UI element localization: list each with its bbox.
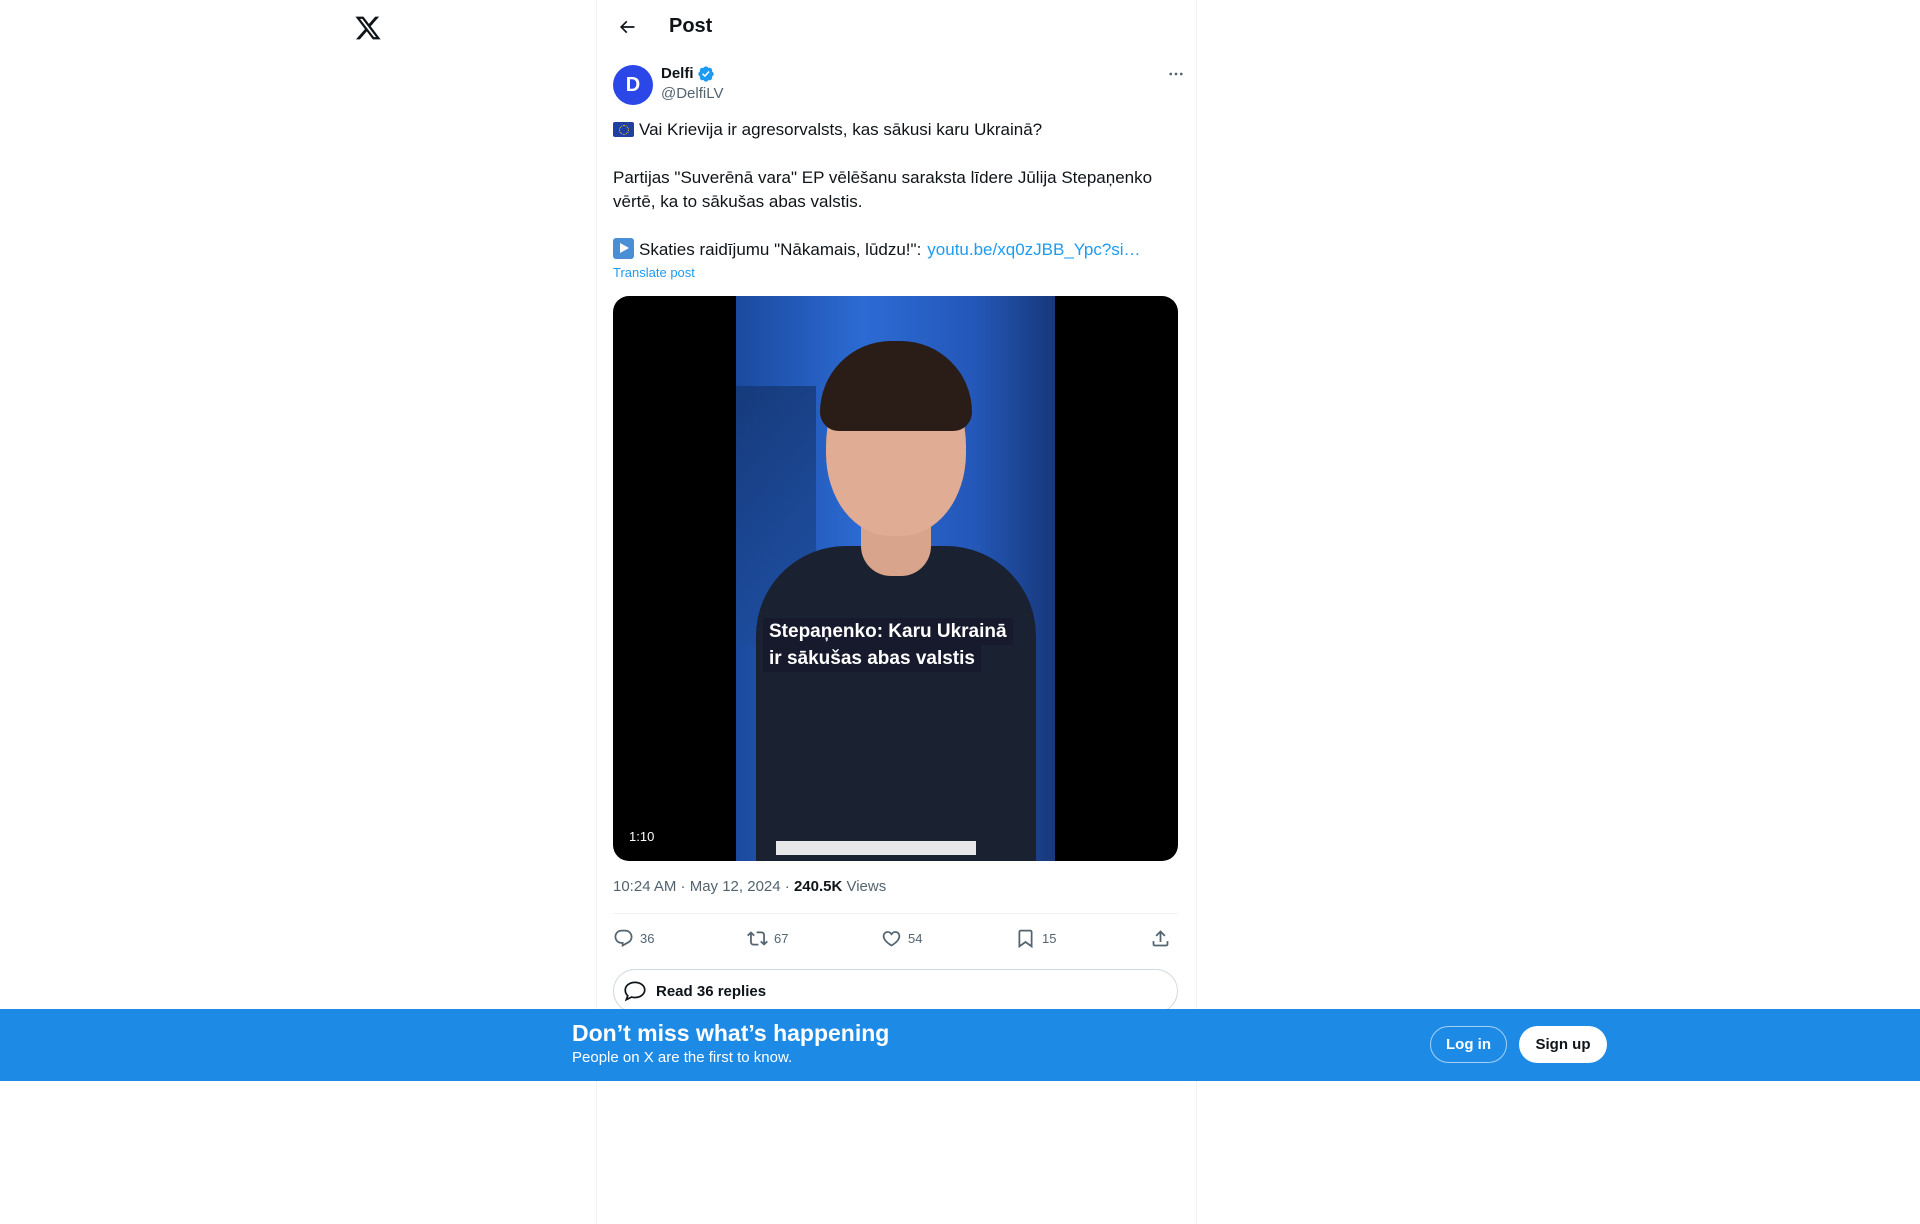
- post-text-line2a: Partijas "Suverēnā vara" EP vēlēšanu sar…: [613, 168, 1153, 187]
- external-link[interactable]: youtu.be/xq0zJBB_Ypc?si…: [927, 240, 1140, 259]
- signup-banner: Don’t miss what’s happening People on X …: [0, 1009, 1920, 1081]
- post-text: Vai Krievija ir agresorvalsts, kas sākus…: [613, 118, 1178, 262]
- video-duration: 1:10: [623, 827, 661, 847]
- page-title: Post: [669, 15, 713, 37]
- login-button[interactable]: Log in: [1430, 1026, 1507, 1063]
- post-text-line2b: vērtē, ka to sākušas abas valstis.: [613, 192, 863, 211]
- like-count: 54: [908, 930, 923, 946]
- speech-bubble-icon: [624, 981, 646, 1002]
- video-caption-line1: Stepaņenko: Karu Ukrainā: [763, 618, 1013, 645]
- play-button-icon: [613, 238, 634, 259]
- more-options-button[interactable]: [1163, 64, 1189, 84]
- page-header: Post: [597, 0, 1196, 53]
- repost-count: 67: [774, 930, 789, 946]
- avatar[interactable]: D: [613, 65, 653, 105]
- back-button[interactable]: [611, 11, 643, 43]
- post-text-line3: Skaties raidījumu "Nākamais, lūdzu!":: [639, 240, 922, 259]
- post-meta: 10:24 AM · May 12, 2024 · 240.5K Views: [613, 877, 886, 897]
- read-replies-button[interactable]: Read 36 replies: [613, 969, 1178, 1013]
- reply-button[interactable]: 36: [613, 924, 654, 952]
- verified-badge-icon: [697, 66, 714, 82]
- bookmark-button[interactable]: 15: [1015, 924, 1056, 952]
- bookmark-count: 15: [1042, 930, 1057, 946]
- x-logo-icon[interactable]: [354, 14, 382, 42]
- signup-button[interactable]: Sign up: [1519, 1026, 1607, 1063]
- read-replies-label: Read 36 replies: [656, 982, 767, 1000]
- video-player[interactable]: Stepaņenko: Karu Ukrainā ir sākušas abas…: [613, 296, 1178, 861]
- post-timestamp[interactable]: 10:24 AM · May 12, 2024 ·: [613, 878, 794, 895]
- author-name[interactable]: Delfi: [661, 65, 715, 83]
- action-bar: 36 67 54 15: [613, 924, 1178, 952]
- bookmark-icon: [1018, 929, 1033, 948]
- arrow-left-icon: [619, 20, 635, 34]
- divider: [613, 913, 1178, 914]
- share-button[interactable]: [1150, 924, 1177, 952]
- ellipsis-icon: [1169, 72, 1183, 76]
- author-handle[interactable]: @DelfiLV: [661, 85, 723, 103]
- author-name-text: Delfi: [661, 65, 694, 82]
- repost-icon: [747, 930, 768, 946]
- reply-icon: [614, 929, 633, 947]
- post-text-line1: Vai Krievija ir agresorvalsts, kas sākus…: [639, 120, 1043, 139]
- video-caption: Stepaņenko: Karu Ukrainā ir sākušas abas…: [763, 618, 1013, 672]
- repost-button[interactable]: 67: [747, 924, 788, 952]
- like-button[interactable]: 54: [881, 924, 922, 952]
- translate-post-link[interactable]: Translate post: [613, 264, 695, 282]
- heart-icon: [882, 930, 901, 947]
- reply-count: 36: [640, 930, 655, 946]
- views-count: 240.5K: [793, 878, 843, 895]
- views-label: Views: [842, 878, 887, 895]
- video-caption-line2: ir sākušas abas valstis: [763, 645, 981, 672]
- video-frame: Stepaņenko: Karu Ukrainā ir sākušas abas…: [736, 296, 1055, 861]
- banner-title: Don’t miss what’s happening: [572, 1020, 890, 1046]
- banner-subtitle: People on X are the first to know.: [572, 1049, 793, 1066]
- eu-flag-icon: [613, 122, 634, 137]
- share-icon: [1152, 929, 1169, 946]
